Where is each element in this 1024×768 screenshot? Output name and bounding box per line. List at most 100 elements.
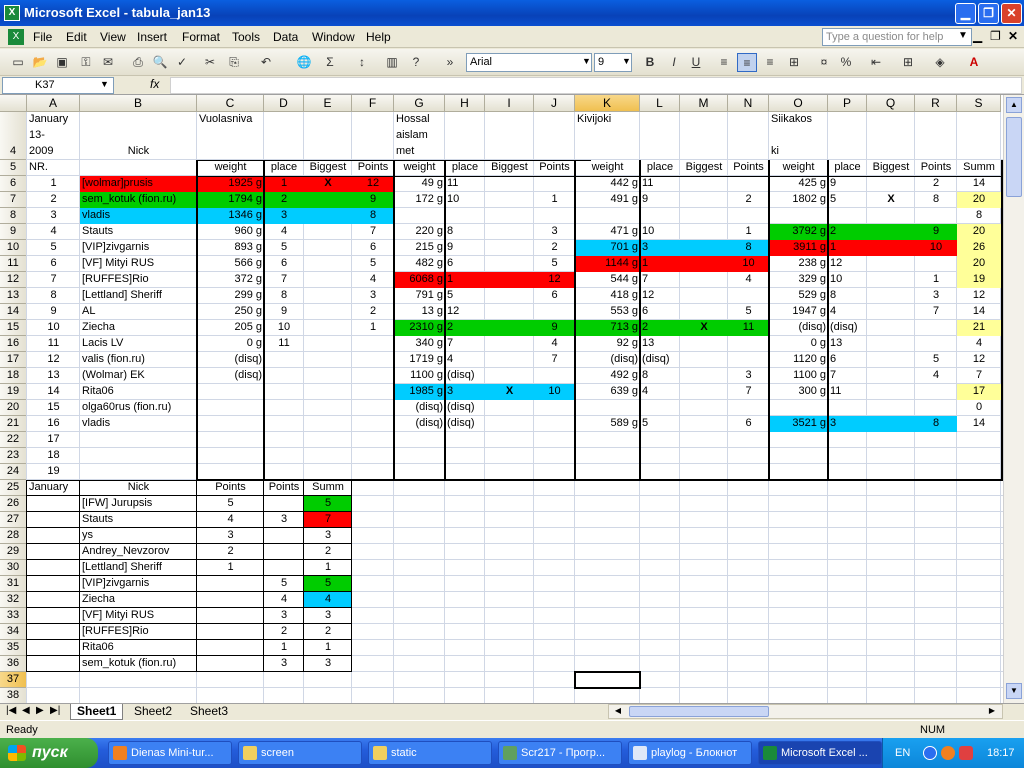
result-cell[interactable] — [264, 384, 304, 400]
menu-data[interactable]: Data — [273, 30, 298, 44]
result-cell[interactable]: 6068 g — [394, 272, 445, 288]
undo-icon[interactable]: ↶ — [256, 53, 276, 72]
menu-help[interactable]: Help — [366, 30, 391, 44]
result-cell[interactable] — [352, 352, 394, 368]
result-cell[interactable]: 12 — [445, 304, 485, 320]
align-center-icon[interactable]: ≡ — [737, 53, 757, 72]
result-cell[interactable] — [304, 416, 352, 432]
result-cell[interactable]: 4 — [640, 384, 680, 400]
result-cell[interactable] — [867, 208, 915, 224]
tab-sheet1[interactable]: Sheet1 — [70, 704, 124, 720]
result-cell[interactable] — [304, 224, 352, 240]
help-dropdown-icon[interactable]: ▼ — [958, 30, 968, 41]
result-cell[interactable] — [867, 384, 915, 400]
menu-tools[interactable]: Tools — [232, 30, 260, 44]
result-cell[interactable]: 14 — [957, 416, 1001, 432]
column-header-j[interactable]: J — [534, 95, 575, 112]
fx-icon[interactable]: fx — [150, 77, 159, 91]
result-cell[interactable]: 553 g — [575, 304, 640, 320]
result-cell[interactable] — [680, 240, 728, 256]
result-cell[interactable]: 8 — [957, 208, 1001, 224]
task-excel[interactable]: Microsoft Excel ... — [758, 741, 882, 765]
player-nick[interactable]: (Wolmar) EK — [80, 368, 197, 384]
result-cell[interactable]: 10 — [728, 256, 769, 272]
result-cell[interactable] — [304, 208, 352, 224]
result-cell[interactable] — [867, 288, 915, 304]
player-nick[interactable]: sem_kotuk (fion.ru) — [80, 192, 197, 208]
summary-points2[interactable]: 3 — [264, 608, 304, 624]
result-cell[interactable]: (disq) — [640, 352, 680, 368]
result-cell[interactable]: 4 — [957, 336, 1001, 352]
result-cell[interactable] — [485, 176, 534, 192]
result-cell[interactable]: 13 — [640, 336, 680, 352]
summary-summ[interactable]: 3 — [304, 528, 352, 544]
result-cell[interactable] — [304, 368, 352, 384]
column-header-r[interactable]: R — [915, 95, 957, 112]
result-cell[interactable] — [304, 352, 352, 368]
result-cell[interactable] — [197, 400, 264, 416]
result-cell[interactable] — [728, 336, 769, 352]
summary-header-nick[interactable]: Nick — [80, 480, 197, 496]
result-cell[interactable] — [828, 400, 867, 416]
column-header-e[interactable]: E — [304, 95, 352, 112]
result-cell[interactable]: 1100 g — [769, 368, 828, 384]
result-cell[interactable]: 9 — [640, 192, 680, 208]
result-cell[interactable]: 639 g — [575, 384, 640, 400]
result-cell[interactable] — [957, 464, 1001, 480]
result-cell[interactable]: 1 — [352, 320, 394, 336]
summary-points2[interactable]: 2 — [264, 624, 304, 640]
font-name-dropdown-icon[interactable]: ▼ — [582, 56, 591, 66]
active-cell[interactable] — [575, 672, 640, 688]
result-cell[interactable]: 9 — [264, 304, 304, 320]
result-cell[interactable] — [680, 336, 728, 352]
row-header-20[interactable]: 20 — [0, 400, 27, 416]
result-cell[interactable] — [534, 368, 575, 384]
result-cell[interactable]: X — [867, 192, 915, 208]
summary-nick[interactable]: [RUFFES]Rio — [80, 624, 197, 640]
result-cell[interactable]: 12 — [534, 272, 575, 288]
result-cell[interactable]: 17 — [27, 432, 80, 448]
result-cell[interactable]: 3 — [264, 208, 304, 224]
open-icon[interactable]: 📂 — [30, 53, 50, 72]
copy-icon[interactable]: ⎘ — [224, 53, 244, 72]
row-header-13[interactable]: 13 — [0, 288, 27, 304]
result-cell[interactable] — [534, 448, 575, 464]
result-cell[interactable]: 7 — [728, 384, 769, 400]
row-header-30[interactable]: 30 — [0, 560, 27, 576]
result-cell[interactable]: 10 — [534, 384, 575, 400]
summary-points2[interactable]: 4 — [264, 592, 304, 608]
result-cell[interactable]: 6 — [640, 304, 680, 320]
result-cell[interactable] — [575, 208, 640, 224]
row-header-15[interactable]: 15 — [0, 320, 27, 336]
result-cell[interactable] — [352, 448, 394, 464]
result-cell[interactable]: 49 g — [394, 176, 445, 192]
summary-nick[interactable]: sem_kotuk (fion.ru) — [80, 656, 197, 672]
player-nick[interactable]: olga60rus (fion.ru) — [80, 400, 197, 416]
help-search-input[interactable]: Type a question for help — [822, 28, 972, 46]
summary-points1[interactable] — [197, 656, 264, 672]
result-cell[interactable] — [394, 208, 445, 224]
new-icon[interactable]: ▭ — [8, 53, 28, 72]
summary-nick[interactable]: ys — [80, 528, 197, 544]
summary-summ[interactable]: 7 — [304, 512, 352, 528]
result-cell[interactable] — [197, 384, 264, 400]
summary-nick[interactable]: Rita06 — [80, 640, 197, 656]
align-right-icon[interactable]: ≡ — [760, 53, 780, 72]
permission-icon[interactable]: ⚿ — [76, 53, 96, 72]
tray-app-icon[interactable] — [941, 746, 955, 760]
result-cell[interactable]: 17 — [957, 384, 1001, 400]
result-cell[interactable] — [915, 336, 957, 352]
result-cell[interactable]: 3 — [27, 208, 80, 224]
doc-close-icon[interactable]: ✕ — [1008, 29, 1018, 43]
column-header-f[interactable]: F — [352, 95, 394, 112]
result-cell[interactable] — [680, 176, 728, 192]
result-cell[interactable] — [680, 400, 728, 416]
summary-points2[interactable] — [264, 528, 304, 544]
bold-icon[interactable]: B — [640, 53, 660, 72]
result-cell[interactable] — [394, 464, 445, 480]
result-cell[interactable] — [197, 432, 264, 448]
result-cell[interactable] — [915, 400, 957, 416]
row-header-5[interactable]: 5 — [0, 160, 27, 176]
subheader-cell[interactable]: Biggest — [680, 160, 728, 176]
result-cell[interactable]: 3 — [352, 288, 394, 304]
